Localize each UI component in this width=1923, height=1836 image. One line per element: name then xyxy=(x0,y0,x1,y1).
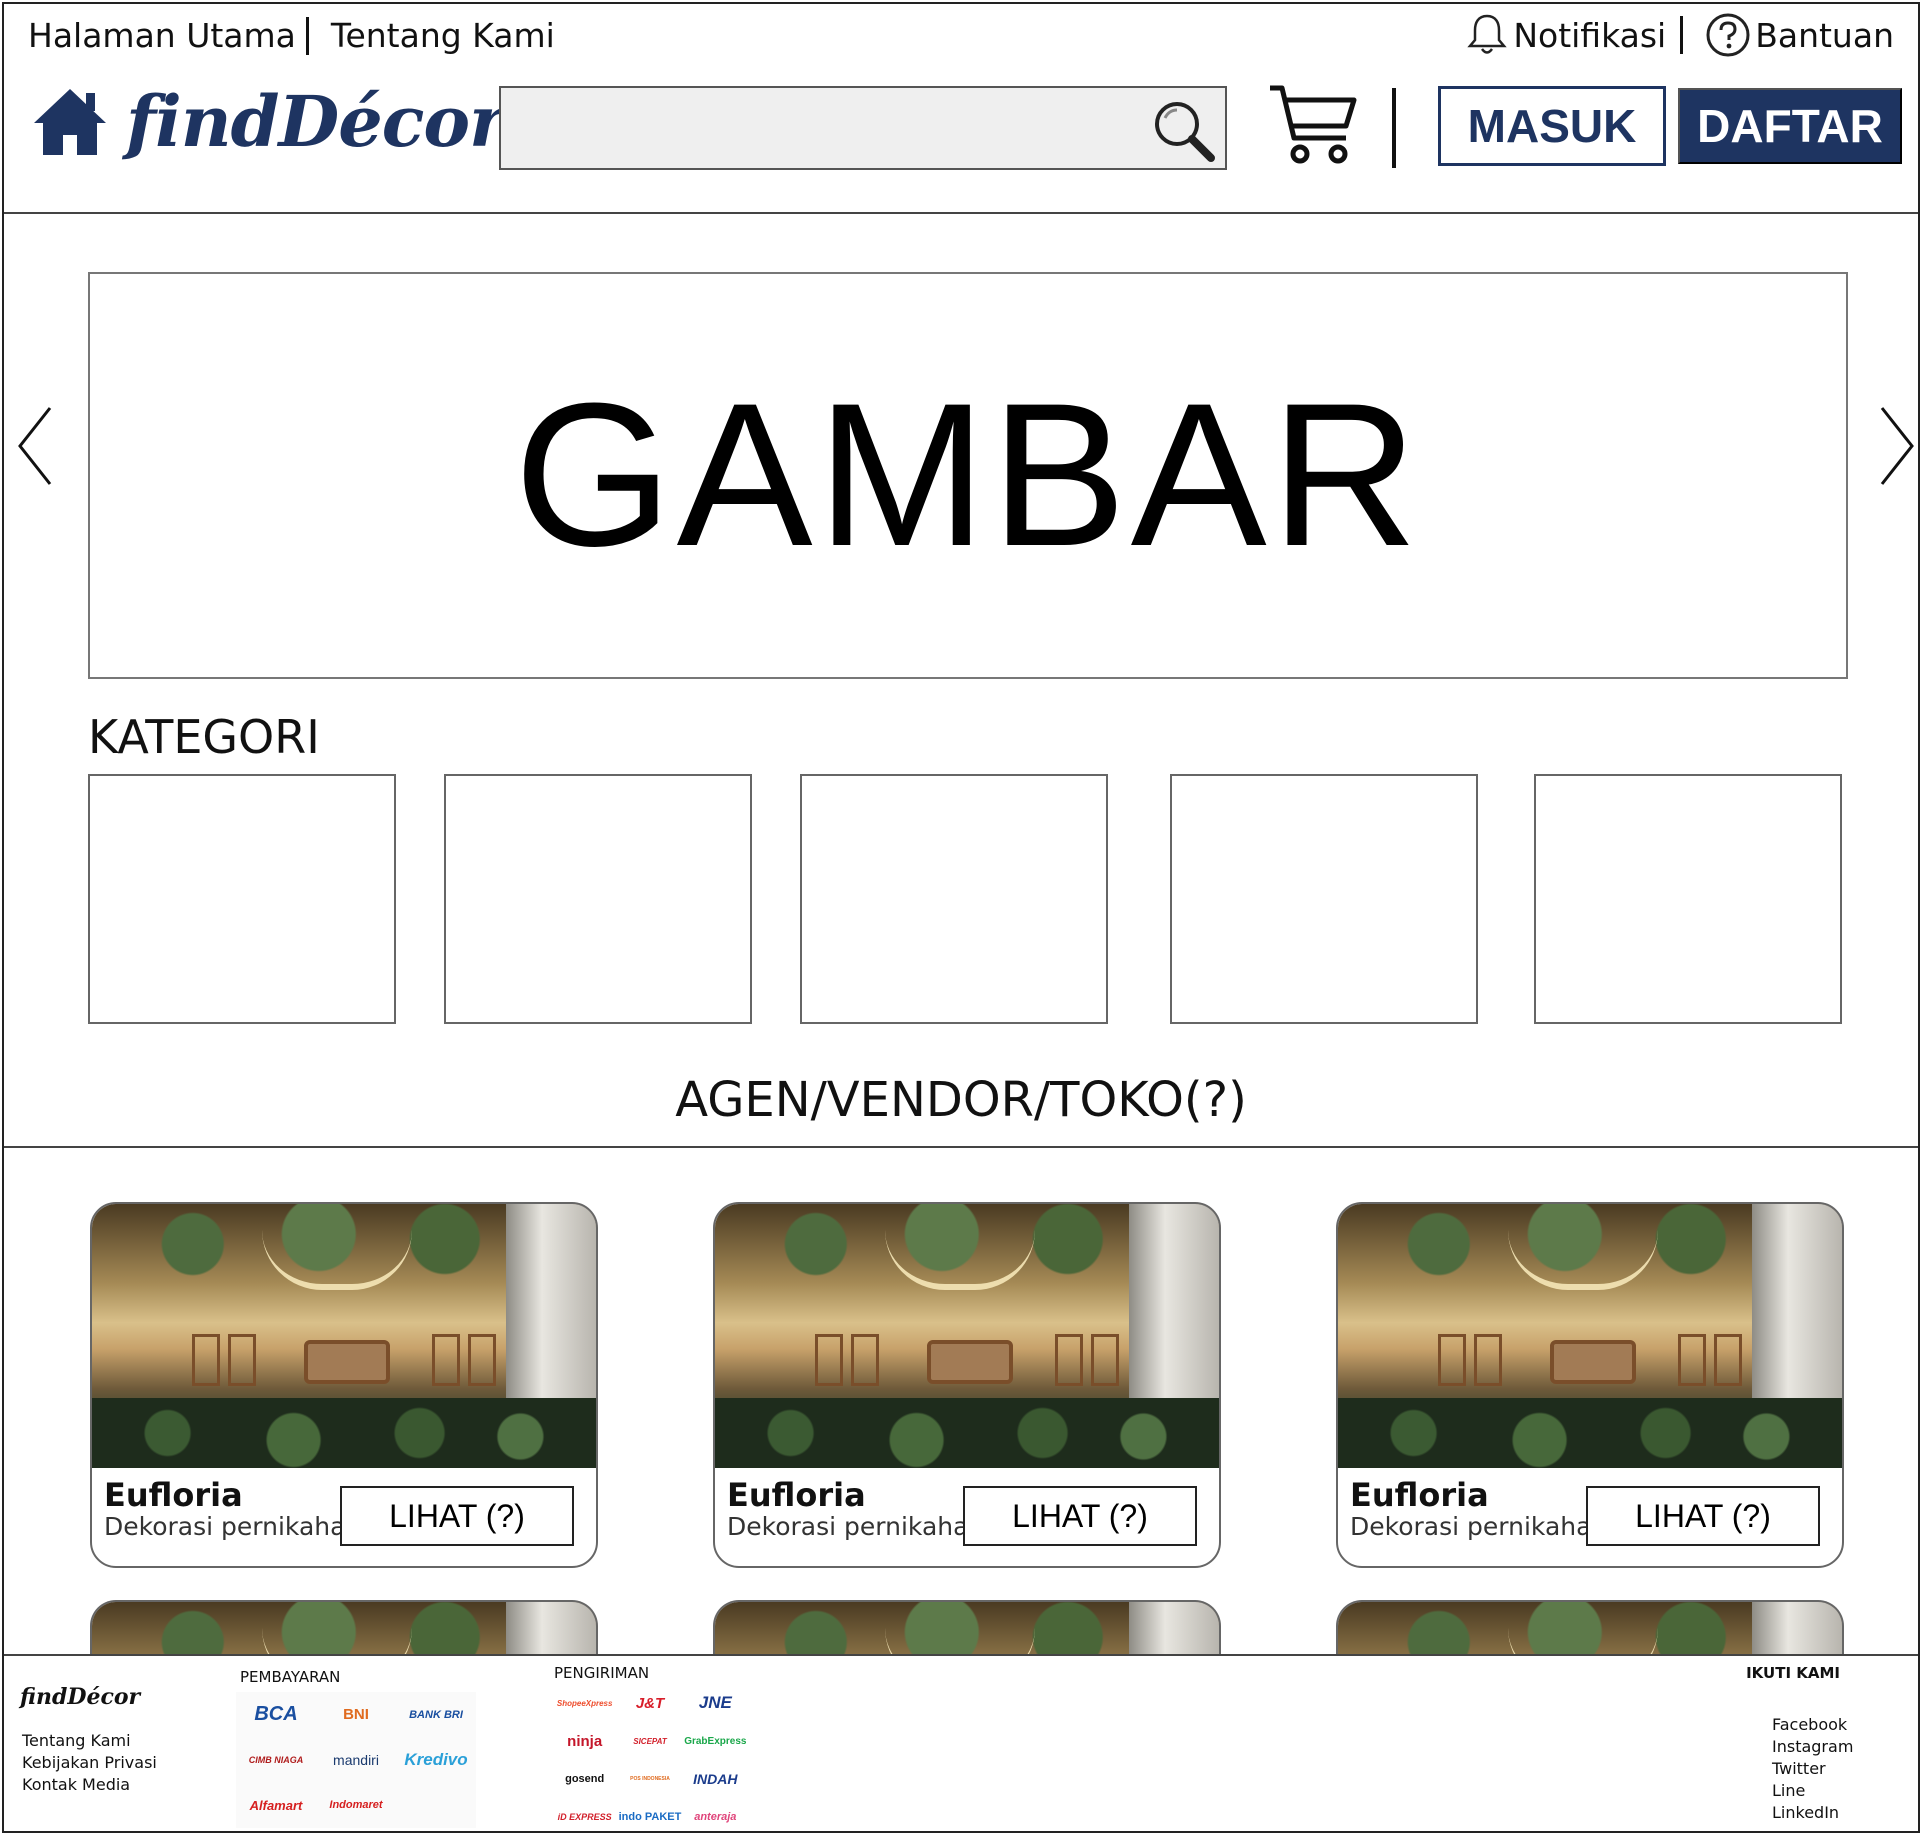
social-link-instagram[interactable]: Instagram xyxy=(1772,1736,1853,1758)
shipping-title: PENGIRIMAN xyxy=(554,1664,650,1682)
shipping-logo-pos: POS INDONESIA xyxy=(630,1776,670,1782)
nav-divider xyxy=(305,16,309,55)
vendor-name: Eufloria xyxy=(1350,1476,1489,1514)
shipping-logo-gosend: gosend xyxy=(565,1773,605,1785)
shipping-logo-shopee: ShopeeXpress xyxy=(556,1698,613,1708)
payment-logo-bca: BCA xyxy=(254,1703,298,1726)
nav-home-link[interactable]: Halaman Utama xyxy=(28,16,296,55)
shipping-logos: ShopeeXpress J&T JNE ninja SICEPAT GrabE… xyxy=(552,1684,748,1831)
vendor-photo xyxy=(1338,1204,1842,1468)
category-tile[interactable] xyxy=(1534,774,1842,1024)
footer-link-about[interactable]: Tentang Kami xyxy=(22,1730,157,1752)
footer-link-privacy[interactable]: Kebijakan Privasi xyxy=(22,1752,157,1774)
home-icon xyxy=(34,88,106,155)
follow-title: IKUTI KAMI xyxy=(1746,1664,1840,1682)
vendor-subtitle: Dekorasi pernikahan xyxy=(727,1512,985,1541)
payment-logos: BCA BNI BANK BRI CIMB NIAGA mandiri Kred… xyxy=(236,1692,476,1828)
category-tile[interactable] xyxy=(800,774,1108,1024)
login-button[interactable]: MASUK xyxy=(1438,86,1666,166)
footer-link-media[interactable]: Kontak Media xyxy=(22,1774,157,1796)
social-link-facebook[interactable]: Facebook xyxy=(1772,1714,1853,1736)
header-divider xyxy=(1392,88,1396,168)
search-icon[interactable] xyxy=(1147,94,1219,166)
vendor-card[interactable]: Eufloria Dekorasi pernikahan LIHAT (?) xyxy=(1336,1202,1844,1568)
payment-logo-bni: BNI xyxy=(343,1706,369,1724)
payment-logo-alfamart: Alfamart xyxy=(249,1797,303,1813)
brand-name: findDécor xyxy=(126,80,506,163)
shipping-logo-grab: GrabExpress xyxy=(684,1735,747,1747)
vendor-subtitle: Dekorasi pernikahan xyxy=(104,1512,362,1541)
footer-logo[interactable]: findDécor xyxy=(20,1684,140,1710)
payment-title: PEMBAYARAN xyxy=(240,1668,341,1686)
page-frame: Halaman Utama Tentang Kami Notifikasi Ba… xyxy=(2,2,1920,1833)
payment-logo-bri: BANK BRI xyxy=(409,1708,463,1721)
shipping-logo-anteraja: anteraja xyxy=(694,1811,737,1823)
vendor-card[interactable]: Eufloria Dekorasi pernikahan LIHAT (?) xyxy=(713,1202,1221,1568)
category-tile[interactable] xyxy=(1170,774,1478,1024)
shipping-logo-idexpress: iD EXPRESS xyxy=(557,1812,612,1822)
vendor-photo xyxy=(92,1204,596,1468)
hero-placeholder-text: GAMBAR xyxy=(513,361,1423,589)
top-nav-left: Halaman Utama Tentang Kami xyxy=(28,16,555,55)
search-bar[interactable] xyxy=(499,86,1227,170)
top-nav-right: Notifikasi Bantuan xyxy=(1465,12,1894,58)
brand-logo[interactable]: findDécor xyxy=(30,80,506,163)
payment-logo-cimb: CIMB NIAGA xyxy=(248,1754,304,1765)
shipping-logo-ninja: ninja xyxy=(567,1732,603,1750)
shipping-logo-indopaket: indo PAKET xyxy=(618,1811,682,1823)
footer: findDécor Tentang Kami Kebijakan Privasi… xyxy=(4,1654,1918,1831)
vendors-title: AGEN/VENDOR/TOKO(?) xyxy=(675,1072,1247,1128)
shipping-logo-sicepat: SICEPAT xyxy=(633,1736,667,1746)
help-link[interactable]: Bantuan xyxy=(1755,16,1894,55)
category-tile[interactable] xyxy=(444,774,752,1024)
bell-icon xyxy=(1467,14,1507,54)
section-divider xyxy=(4,1146,1918,1148)
vendor-subtitle: Dekorasi pernikahan xyxy=(1350,1512,1608,1541)
notifications-link[interactable]: Notifikasi xyxy=(1513,16,1666,55)
search-input[interactable] xyxy=(501,88,1141,168)
view-vendor-button[interactable]: LIHAT (?) xyxy=(1586,1486,1820,1546)
vendor-name: Eufloria xyxy=(104,1476,243,1514)
carousel-prev-icon[interactable] xyxy=(16,404,56,488)
hero-banner[interactable]: GAMBAR xyxy=(88,272,1848,679)
shipping-logo-jne: JNE xyxy=(698,1693,732,1712)
social-link-linkedin[interactable]: LinkedIn xyxy=(1772,1802,1853,1824)
payment-logo-mandiri: mandiri xyxy=(333,1751,379,1768)
shipping-logo-jnt: J&T xyxy=(635,1694,665,1712)
social-link-line[interactable]: Line xyxy=(1772,1780,1853,1802)
cart-icon[interactable] xyxy=(1266,82,1362,168)
view-vendor-button[interactable]: LIHAT (?) xyxy=(963,1486,1197,1546)
footer-links: Tentang Kami Kebijakan Privasi Kontak Me… xyxy=(22,1730,157,1796)
view-vendor-button[interactable]: LIHAT (?) xyxy=(340,1486,574,1546)
shipping-logo-indah: INDAH xyxy=(693,1771,738,1787)
social-links: Facebook Instagram Twitter Line LinkedIn xyxy=(1772,1714,1853,1824)
vendor-card[interactable]: Eufloria Dekorasi pernikahan LIHAT (?) xyxy=(90,1202,598,1568)
payment-logo-kredivo: Kredivo xyxy=(404,1749,468,1769)
vendor-name: Eufloria xyxy=(727,1476,866,1514)
social-link-twitter[interactable]: Twitter xyxy=(1772,1758,1853,1780)
payment-logo-indomaret: Indomaret xyxy=(329,1799,383,1812)
nav-about-link[interactable]: Tentang Kami xyxy=(331,16,555,55)
vendor-photo xyxy=(715,1204,1219,1468)
header: Halaman Utama Tentang Kami Notifikasi Ba… xyxy=(4,4,1918,214)
categories-title: KATEGORI xyxy=(88,710,320,764)
carousel-next-icon[interactable] xyxy=(1876,404,1916,488)
category-tile[interactable] xyxy=(88,774,396,1024)
register-button[interactable]: DAFTAR xyxy=(1678,88,1902,164)
help-icon xyxy=(1706,13,1750,57)
nav-divider xyxy=(1680,16,1684,54)
